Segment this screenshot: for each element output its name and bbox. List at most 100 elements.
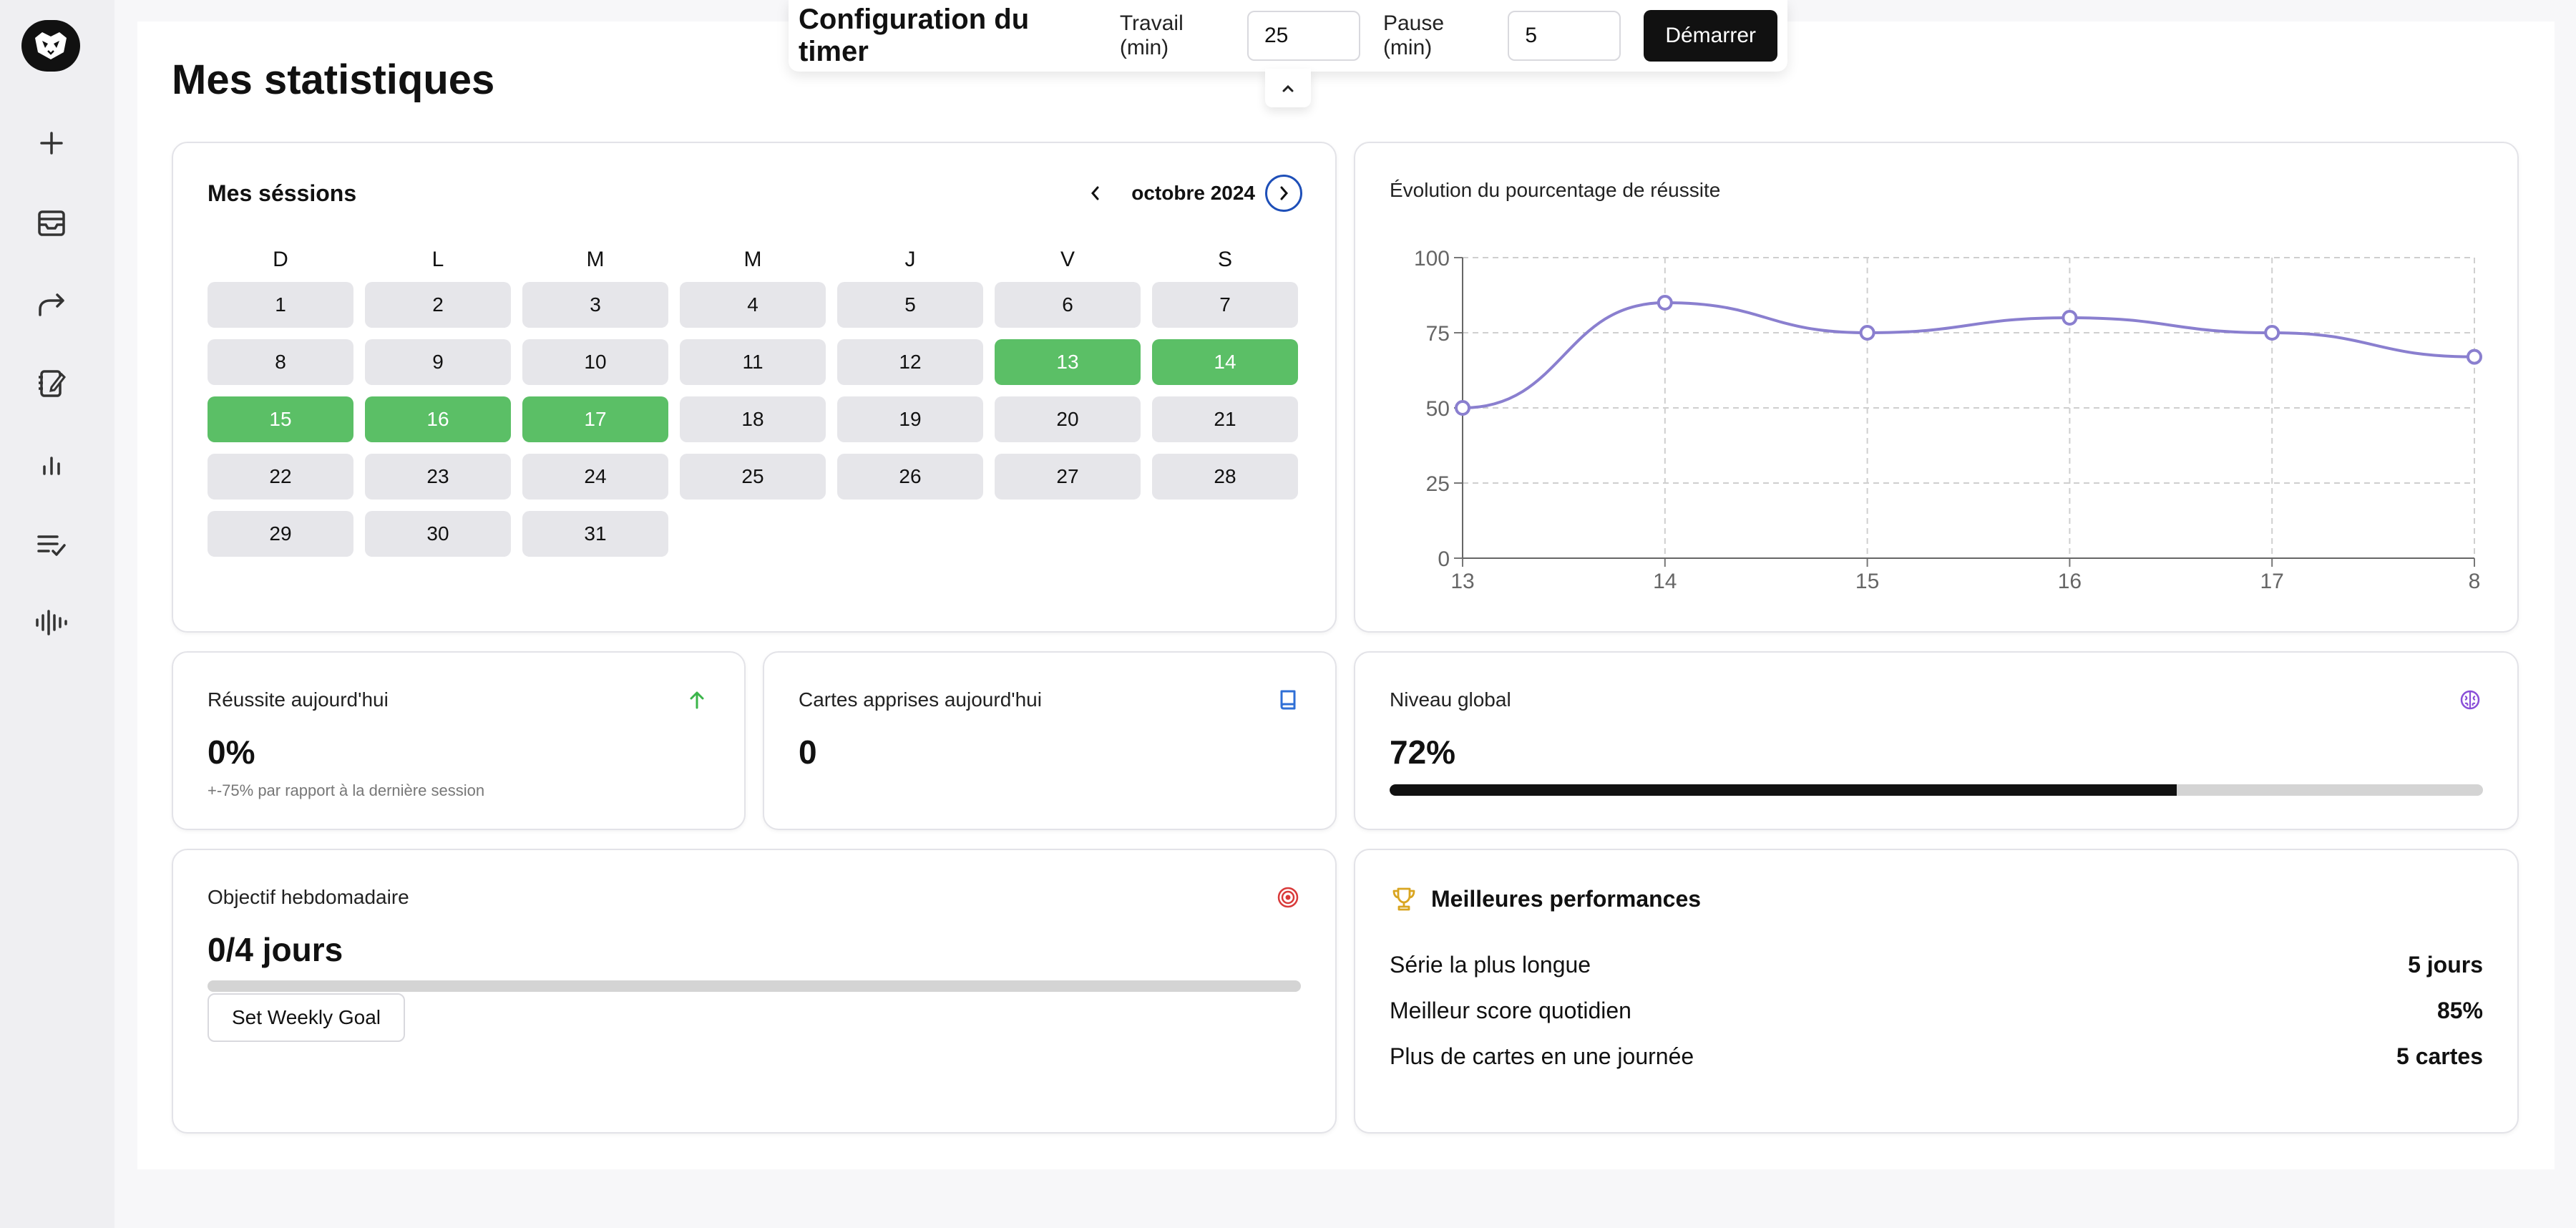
calendar-day-23[interactable]: 23 xyxy=(365,454,511,500)
performance-value: 5 cartes xyxy=(2396,1043,2483,1069)
calendar-day-19[interactable]: 19 xyxy=(837,396,983,442)
calendar-day-6[interactable]: 6 xyxy=(995,282,1141,328)
calendar-day-11[interactable]: 11 xyxy=(680,339,826,385)
performance-row: Meilleur score quotidien 85% xyxy=(1390,998,2483,1024)
pause-minutes-input[interactable] xyxy=(1508,11,1621,61)
calendar-day-16[interactable]: 16 xyxy=(365,396,511,442)
calendar-day-30[interactable]: 30 xyxy=(365,511,511,557)
global-level-value: 72% xyxy=(1390,734,1456,771)
performance-value: 5 jours xyxy=(2408,952,2483,978)
sidebar xyxy=(0,0,114,1228)
calendar-day-26[interactable]: 26 xyxy=(837,454,983,500)
calendar-day-21[interactable]: 21 xyxy=(1152,396,1298,442)
cards-today-label: Cartes apprises aujourd'hui xyxy=(799,688,1042,711)
checklist-icon[interactable] xyxy=(29,521,74,567)
global-level-progress xyxy=(1390,784,2483,796)
y-tick-label: 0 xyxy=(1438,547,1450,571)
arrow-up-icon xyxy=(684,687,710,713)
calendar-day-4[interactable]: 4 xyxy=(680,282,826,328)
calendar-day-2[interactable]: 2 xyxy=(365,282,511,328)
data-point xyxy=(2062,310,2078,326)
calendar-day-31[interactable]: 31 xyxy=(522,511,668,557)
bar-chart-icon[interactable] xyxy=(29,441,74,487)
success-today-card: Réussite aujourd'hui 0% +-75% par rappor… xyxy=(172,651,746,830)
inbox-icon[interactable] xyxy=(29,200,74,246)
set-weekly-goal-button[interactable]: Set Weekly Goal xyxy=(208,993,406,1042)
notebook-edit-icon[interactable] xyxy=(29,361,74,406)
success-today-comparison: +-75% par rapport à la dernière session xyxy=(208,781,485,799)
x-tick-label: 13 xyxy=(1450,570,1474,593)
calendar-day-29[interactable]: 29 xyxy=(208,511,353,557)
calendar-day-27[interactable]: 27 xyxy=(995,454,1141,500)
share-forward-icon[interactable] xyxy=(29,282,74,328)
next-month-button[interactable] xyxy=(1265,175,1302,212)
weekday-header: D xyxy=(273,248,288,271)
y-tick-label: 75 xyxy=(1426,322,1450,346)
weekday-header: J xyxy=(904,248,916,271)
calendar-day-14[interactable]: 14 xyxy=(1152,339,1298,385)
calendar-day-17[interactable]: 17 xyxy=(522,396,668,442)
calendar-day-20[interactable]: 20 xyxy=(995,396,1141,442)
trophy-icon xyxy=(1392,887,1415,911)
weekly-goal-value: 0/4 jours xyxy=(208,931,343,968)
plus-icon[interactable] xyxy=(29,120,74,166)
page-title: Mes statistiques xyxy=(172,57,495,103)
calendar-month: octobre 2024 xyxy=(1131,182,1255,204)
calendar-day-12[interactable]: 12 xyxy=(837,339,983,385)
performance-row: Plus de cartes en une journée 5 cartes xyxy=(1390,1043,2483,1070)
performances-header: Meilleures performances xyxy=(1390,885,1701,913)
calendar-day-15[interactable]: 15 xyxy=(208,396,353,442)
weekday-header: M xyxy=(586,248,605,271)
calendar-day-1[interactable]: 1 xyxy=(208,282,353,328)
series-line xyxy=(1462,301,2475,409)
start-button[interactable]: Démarrer xyxy=(1644,10,1777,62)
previous-month-button[interactable] xyxy=(1077,175,1114,212)
calendar-day-10[interactable]: 10 xyxy=(522,339,668,385)
y-tick-label: 25 xyxy=(1426,472,1450,496)
pause-label: Pause (min) xyxy=(1382,11,1445,59)
brain-icon xyxy=(2457,687,2483,713)
calendar-day-3[interactable]: 3 xyxy=(522,282,668,328)
x-tick-label: 17 xyxy=(2260,570,2284,593)
x-tick-label: 16 xyxy=(2058,570,2082,593)
audio-wave-icon[interactable] xyxy=(29,600,74,645)
calendar-day-22[interactable]: 22 xyxy=(208,454,353,500)
logo-icon[interactable] xyxy=(21,20,80,72)
success-line-chart: 0 25 50 75 100 13 14 15 16 17 8 xyxy=(1414,247,2482,593)
timer-title: Configuration du timer xyxy=(799,4,1030,67)
calendar-day-28[interactable]: 28 xyxy=(1152,454,1298,500)
collapse-timer-button[interactable] xyxy=(1265,69,1311,107)
calendar-day-5[interactable]: 5 xyxy=(837,282,983,328)
weekday-header: S xyxy=(1217,248,1232,271)
calendar-day-24[interactable]: 24 xyxy=(522,454,668,500)
best-performances-card: Meilleures performances Série la plus lo… xyxy=(1354,849,2519,1134)
weekday-header: V xyxy=(1060,248,1075,271)
data-point xyxy=(2467,349,2482,365)
y-tick-label: 50 xyxy=(1426,397,1450,421)
chevron-left-icon xyxy=(1091,186,1099,200)
work-label: Travail (min) xyxy=(1119,11,1184,59)
weekday-header: M xyxy=(743,248,762,271)
performance-label: Série la plus longue xyxy=(1390,952,1591,978)
book-icon xyxy=(1275,687,1301,713)
calendar-day-13[interactable]: 13 xyxy=(995,339,1141,385)
performance-value: 85% xyxy=(2436,998,2483,1023)
calendar-day-25[interactable]: 25 xyxy=(680,454,826,500)
cards-today-value: 0 xyxy=(799,734,817,771)
performance-row: Série la plus longue 5 jours xyxy=(1390,952,2483,978)
calendar-day-9[interactable]: 9 xyxy=(365,339,511,385)
data-point xyxy=(1657,295,1673,311)
weekday-header: L xyxy=(431,248,444,271)
target-icon xyxy=(1275,885,1301,910)
calendar-day-8[interactable]: 8 xyxy=(208,339,353,385)
calendar-grid: D L M M J V S 1 2 3 4 5 6 7 8 9 10 11 12 13 14 15 16 17 18 19 20 21… xyxy=(208,248,1302,557)
performance-label: Plus de cartes en une journée xyxy=(1390,1043,1694,1069)
calendar-title: Mes séssions xyxy=(208,180,357,206)
data-point xyxy=(1455,400,1470,416)
calendar-day-18[interactable]: 18 xyxy=(680,396,826,442)
x-tick-label: 14 xyxy=(1653,570,1677,593)
work-minutes-input[interactable] xyxy=(1246,11,1360,61)
global-level-card: Niveau global 72% xyxy=(1354,651,2519,830)
calendar-day-7[interactable]: 7 xyxy=(1152,282,1298,328)
data-point xyxy=(1859,325,1875,341)
